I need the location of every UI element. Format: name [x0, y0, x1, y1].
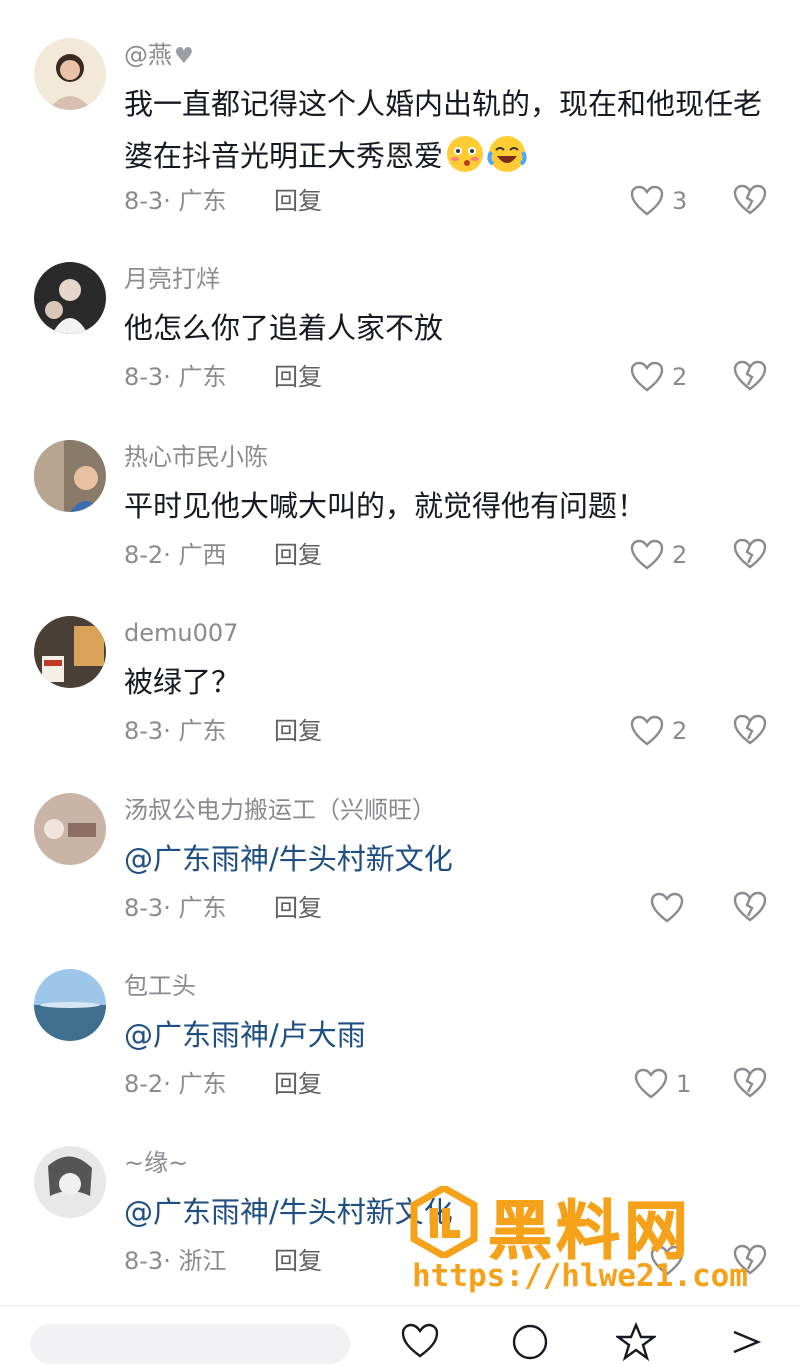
comment-username[interactable]: 月亮打烊: [124, 264, 220, 294]
reply-button[interactable]: 回复: [274, 1246, 322, 1276]
comment-username[interactable]: 热心市民小陈: [124, 442, 268, 472]
broken-heart-button[interactable]: [733, 1067, 767, 1101]
comment-meta: 8-2· 广东: [124, 1070, 227, 1098]
watermark: 黑料网 https://hlwe21.com: [408, 1180, 788, 1300]
broken-heart-button[interactable]: [733, 538, 767, 572]
comment-username[interactable]: @燕♥: [124, 40, 194, 72]
reply-button[interactable]: 回复: [274, 716, 322, 746]
comment-text: 被绿了？: [124, 665, 241, 699]
comment-username[interactable]: 汤叔公电力搬运工（兴顺旺）: [124, 795, 436, 825]
reply-button[interactable]: 回复: [274, 1069, 322, 1099]
broken-heart-button[interactable]: [733, 360, 767, 394]
comment-meta: 8-3· 广东: [124, 894, 227, 922]
reply-button[interactable]: 回复: [274, 893, 322, 923]
watermark-logo-icon: [408, 1183, 480, 1261]
like-button[interactable]: [650, 891, 730, 925]
like-count: 2: [672, 717, 688, 745]
watermark-url: https://hlwe21.com: [412, 1258, 748, 1294]
comment-username[interactable]: 包工头: [124, 971, 196, 1001]
reply-button[interactable]: 回复: [274, 186, 322, 216]
comment-username[interactable]: demu007: [124, 618, 238, 648]
avatar[interactable]: [34, 262, 106, 334]
comment-username[interactable]: ~缘~: [124, 1148, 188, 1178]
comment-meta: 8-3· 广东: [124, 717, 227, 745]
heart-icon: [630, 185, 664, 217]
avatar[interactable]: [34, 38, 106, 110]
comment-input[interactable]: [30, 1324, 350, 1364]
reply-button[interactable]: 回复: [274, 540, 322, 570]
like-button[interactable]: 2: [630, 538, 710, 572]
comment-text: 平时见他大喊大叫的，就觉得他有问题！: [124, 489, 647, 523]
comment-meta: 8-2· 广西: [124, 541, 227, 569]
avatar[interactable]: [34, 793, 106, 865]
broken-heart-button[interactable]: [733, 714, 767, 748]
share-bar-icon[interactable]: [726, 1322, 766, 1362]
reply-button[interactable]: 回复: [274, 362, 322, 392]
avatar[interactable]: [34, 969, 106, 1041]
star-bar-icon[interactable]: [614, 1321, 658, 1362]
avatar[interactable]: [34, 1146, 106, 1218]
comment-meta: 8-3· 浙江: [124, 1247, 227, 1275]
like-button[interactable]: 1: [634, 1067, 714, 1101]
broken-heart-button[interactable]: [733, 891, 767, 925]
like-button[interactable]: 2: [630, 360, 710, 394]
comment-text: 他怎么你了追着人家不放: [124, 311, 444, 345]
username-heart-icon: ♥: [174, 44, 194, 69]
like-count: 2: [672, 363, 688, 391]
heart-icon: [630, 539, 664, 571]
comment-text: 我一直都记得这个人婚内出轨的，现在和他现任老婆在抖音光明正大秀恩爱: [124, 87, 763, 174]
comment-bar-icon[interactable]: [510, 1322, 550, 1362]
comment-meta: 8-3· 广东: [124, 187, 227, 215]
laughing-crying-emoji-icon: [487, 134, 527, 174]
broken-heart-button[interactable]: [733, 184, 767, 218]
comment-mention-link[interactable]: @广东雨神/卢大雨: [124, 1009, 774, 1061]
comment-mention-link[interactable]: @广东雨神/牛头村新文化: [124, 833, 774, 885]
avatar[interactable]: [34, 616, 106, 688]
heart-icon: [630, 361, 664, 393]
heart-icon: [634, 1068, 668, 1100]
like-button[interactable]: 2: [630, 714, 710, 748]
comment-meta: 8-3· 广东: [124, 363, 227, 391]
like-count: 1: [676, 1070, 692, 1098]
blushing-emoji-icon: [445, 134, 485, 174]
bottom-action-bar: [0, 1305, 800, 1364]
heart-icon: [650, 892, 684, 924]
like-bar-icon[interactable]: [400, 1322, 440, 1362]
heart-icon: [630, 715, 664, 747]
like-count: 3: [672, 187, 688, 215]
like-count: 2: [672, 541, 688, 569]
like-button[interactable]: 3: [630, 184, 710, 218]
avatar[interactable]: [34, 440, 106, 512]
